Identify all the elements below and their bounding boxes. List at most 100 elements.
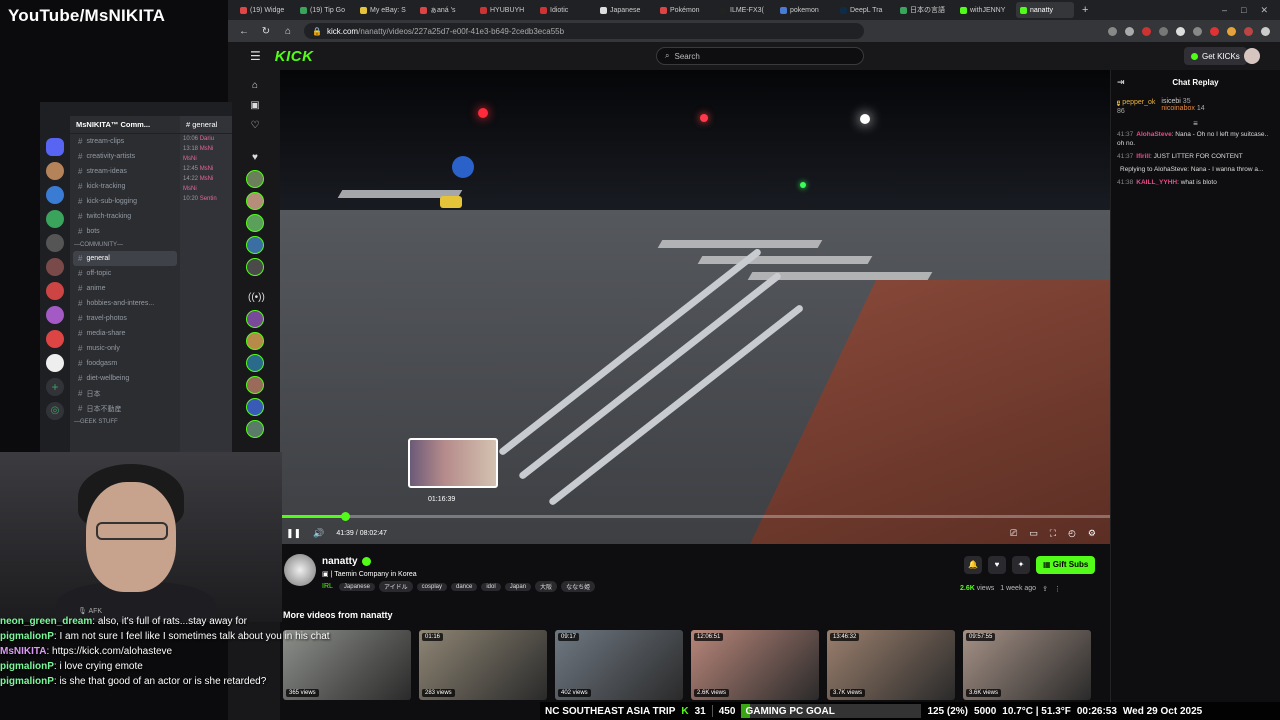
server-icon[interactable]	[46, 354, 64, 372]
chat-message[interactable]: 41:37 AlohaSteve: Nana - Oh no I left my …	[1111, 128, 1280, 150]
stream-tag[interactable]: 大阪	[535, 581, 558, 592]
discord-channel[interactable]: # bots	[70, 224, 180, 239]
discover-icon[interactable]: ◎	[46, 402, 64, 420]
hamburger-menu-icon[interactable]: ☰	[250, 49, 261, 63]
message-author[interactable]: MsNi	[200, 176, 214, 182]
recommended-channel-avatar[interactable]	[246, 354, 264, 372]
browser-tab[interactable]: ぁaná 's	[416, 2, 474, 18]
browser-tab[interactable]: pokemon	[776, 2, 834, 18]
user-avatar[interactable]	[1244, 48, 1260, 64]
stream-tag[interactable]: Japanese	[338, 582, 375, 591]
recommended-channel-avatar[interactable]	[246, 332, 264, 350]
message-author[interactable]: MsNi	[200, 166, 214, 172]
server-icon[interactable]	[46, 186, 64, 204]
url-field[interactable]: 🔒 kick.com/nanatty/videos/227a25d7-e00f-…	[304, 23, 864, 39]
bell-icon[interactable]: 🔔	[964, 556, 982, 574]
browser-tab[interactable]: 日本の言語	[896, 2, 954, 18]
add-server-icon[interactable]: +	[46, 378, 64, 396]
message-author[interactable]: MsNi	[200, 146, 214, 152]
leaderboard-entry[interactable]: isicebi 35 nicoinabox 14	[1161, 98, 1204, 115]
followed-channel-avatar[interactable]	[246, 236, 264, 254]
followed-channel-avatar[interactable]	[246, 170, 264, 188]
discord-channel[interactable]: # 日本	[70, 386, 180, 401]
browser-tab[interactable]: DeepL Tra	[836, 2, 894, 18]
minimize-icon[interactable]: –	[1222, 5, 1227, 16]
stream-tag[interactable]: アイドル	[378, 581, 413, 592]
browser-tab[interactable]: withJENNY	[956, 2, 1014, 18]
pause-icon[interactable]: ❚❚	[286, 528, 301, 539]
server-name[interactable]: MsNIKITA™ Comm...	[70, 116, 180, 134]
recommended-channel-avatar[interactable]	[246, 398, 264, 416]
server-icon[interactable]	[46, 306, 64, 324]
stream-tag[interactable]: Japan	[504, 582, 532, 591]
chat-username[interactable]: AlohaSteve	[1136, 131, 1171, 138]
discord-channel[interactable]: # creativity-artists	[70, 149, 180, 164]
discord-channel[interactable]: # stream-clips	[70, 134, 180, 149]
server-icon[interactable]	[46, 162, 64, 180]
search-input[interactable]: ⌕ Search	[656, 47, 864, 65]
discord-channel[interactable]: # twitch-tracking	[70, 209, 180, 224]
chat-message[interactable]: 41:38 KAILL_YYHH: what is bloto	[1111, 176, 1280, 189]
extension-icon[interactable]	[1210, 26, 1219, 36]
video-player[interactable]: 01:16:39 ❚❚ 🔊 41:39 / 08:02:47 ⎚ ▭ ⛶ ◴ ⚙	[280, 70, 1110, 544]
followed-channel-avatar[interactable]	[246, 214, 264, 232]
home-icon[interactable]: ⌂	[248, 80, 262, 91]
volume-icon[interactable]: 🔊	[313, 528, 324, 539]
discord-channel[interactable]: # 日本不動産	[70, 401, 180, 416]
discord-channel[interactable]: # media-share	[70, 326, 180, 341]
discord-channel[interactable]: # anime	[70, 281, 180, 296]
browser-tab[interactable]: (19) Widge	[236, 2, 294, 18]
discord-channel[interactable]: # diet-wellbeing	[70, 371, 180, 386]
browse-icon[interactable]: ▣	[248, 100, 262, 111]
video-thumbnail[interactable]: 09:57:55 3.6K views	[963, 630, 1091, 700]
filter-icon[interactable]: ≡	[1111, 119, 1280, 128]
new-tab-icon[interactable]: +	[1076, 4, 1094, 16]
discord-channel[interactable]: # kick-sub-logging	[70, 194, 180, 209]
fullscreen-icon[interactable]: ⛶	[1050, 528, 1056, 539]
home-icon[interactable]: ⌂	[282, 26, 294, 37]
back-icon[interactable]: ←	[238, 26, 250, 37]
server-icon[interactable]	[46, 282, 64, 300]
recommended-channel-avatar[interactable]	[246, 310, 264, 328]
gift-subs-button[interactable]: ▦ Gift Subs	[1036, 556, 1096, 574]
category-link[interactable]: IRL	[322, 583, 333, 590]
recommended-channel-avatar[interactable]	[246, 420, 264, 438]
browser-tab[interactable]: HYUBUYH	[476, 2, 534, 18]
menu-icon[interactable]	[1261, 26, 1270, 36]
more-actions-icon[interactable]: ✦	[1012, 556, 1030, 574]
server-icon[interactable]	[46, 330, 64, 348]
chat-message[interactable]: Replying to AlohaSteve: Nana - I wanna t…	[1111, 163, 1280, 176]
download-icon[interactable]	[1125, 26, 1134, 36]
follow-heart-icon[interactable]: ♥	[988, 556, 1006, 574]
discord-channel[interactable]: # stream-ideas	[70, 164, 180, 179]
channel-name-row[interactable]: nanatty	[322, 556, 371, 567]
server-icon[interactable]	[46, 210, 64, 228]
following-icon[interactable]: ♡	[248, 120, 262, 131]
followed-channel-avatar[interactable]	[246, 192, 264, 210]
extension-icon[interactable]	[1227, 26, 1236, 36]
message-author[interactable]: MsNi	[183, 156, 197, 162]
maximize-icon[interactable]: □	[1241, 5, 1246, 16]
chat-username[interactable]: Ifirill	[1136, 153, 1150, 160]
message-author[interactable]: Dariu	[200, 136, 214, 142]
get-kicks-button[interactable]: Get KICKs	[1184, 47, 1247, 65]
discord-channel[interactable]: # hobbies-and-interes...	[70, 296, 180, 311]
channel-avatar[interactable]	[284, 554, 316, 586]
extension-icon[interactable]	[1176, 26, 1185, 36]
stream-tag[interactable]: idol	[481, 582, 501, 591]
browser-tab[interactable]: Pokémon	[656, 2, 714, 18]
seek-bar[interactable]	[280, 512, 1110, 521]
extension-icon[interactable]	[1159, 26, 1168, 36]
browser-tab[interactable]: (19) Tip Go	[296, 2, 354, 18]
star-icon[interactable]	[1108, 26, 1117, 36]
discord-channel[interactable]: # travel-photos	[70, 311, 180, 326]
message-author[interactable]: Sentin	[200, 196, 217, 202]
profile-icon[interactable]	[1244, 26, 1253, 36]
browser-tab[interactable]: nanatty	[1016, 2, 1074, 18]
collapse-chat-icon[interactable]: ⇥	[1117, 77, 1125, 88]
video-thumbnail[interactable]: 01:16 283 views	[419, 630, 547, 700]
video-thumbnail[interactable]: 09:17 402 views	[555, 630, 683, 700]
leaderboard-entry[interactable]: 1 pepper_ok 86	[1117, 98, 1155, 115]
discord-channel[interactable]: # off-topic	[70, 266, 180, 281]
video-thumbnail[interactable]: 13:46:32 3.7K views	[827, 630, 955, 700]
